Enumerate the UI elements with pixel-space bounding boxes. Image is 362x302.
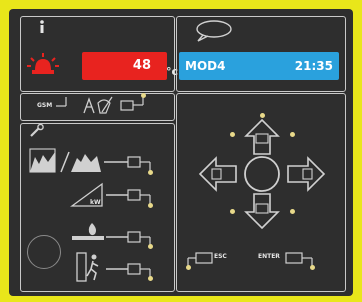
temperature-display: 48 — [82, 52, 167, 80]
mode-display: MOD4 21:35 — [179, 52, 339, 80]
mode-name: MOD4 — [185, 59, 226, 73]
mode-time: 21:35 — [294, 59, 333, 73]
esc-label: ESC — [214, 253, 227, 260]
enter-led — [310, 265, 315, 270]
manual-indicator-led — [141, 93, 146, 98]
dpad-led-topright — [290, 132, 295, 137]
hold-label: GSM — [37, 102, 53, 109]
hand-touch-icon — [83, 96, 113, 114]
power-curve-icon — [29, 148, 101, 173]
info-icon — [40, 20, 44, 33]
status-ring — [27, 235, 61, 269]
message-bubble-icon — [196, 20, 232, 42]
function-connector-1 — [104, 156, 151, 171]
function-led-3 — [148, 244, 153, 249]
dpad-led-top — [260, 113, 265, 118]
emergency-exit-icon — [76, 252, 99, 282]
dpad-led-bottomright — [290, 209, 295, 214]
dpad-led-topleft — [230, 132, 235, 137]
esc-led — [186, 265, 191, 270]
wrench-icon — [30, 123, 44, 137]
enter-label: ENTER — [258, 253, 280, 260]
alarm-light-icon — [27, 53, 59, 74]
function-connector-4 — [106, 263, 151, 278]
heater-icon — [72, 223, 104, 240]
function-led-2 — [148, 203, 153, 208]
dpad-led-bottomleft — [230, 209, 235, 214]
function-led-1 — [148, 170, 153, 175]
hold-connector — [56, 97, 67, 107]
enter-button[interactable] — [284, 247, 324, 269]
temperature-value: 48 — [132, 58, 151, 73]
function-connector-2 — [106, 189, 151, 204]
function-connector-3 — [106, 231, 151, 246]
directional-pad[interactable] — [198, 118, 326, 230]
function-led-4 — [148, 276, 153, 281]
ramp-label: kW — [90, 199, 101, 206]
